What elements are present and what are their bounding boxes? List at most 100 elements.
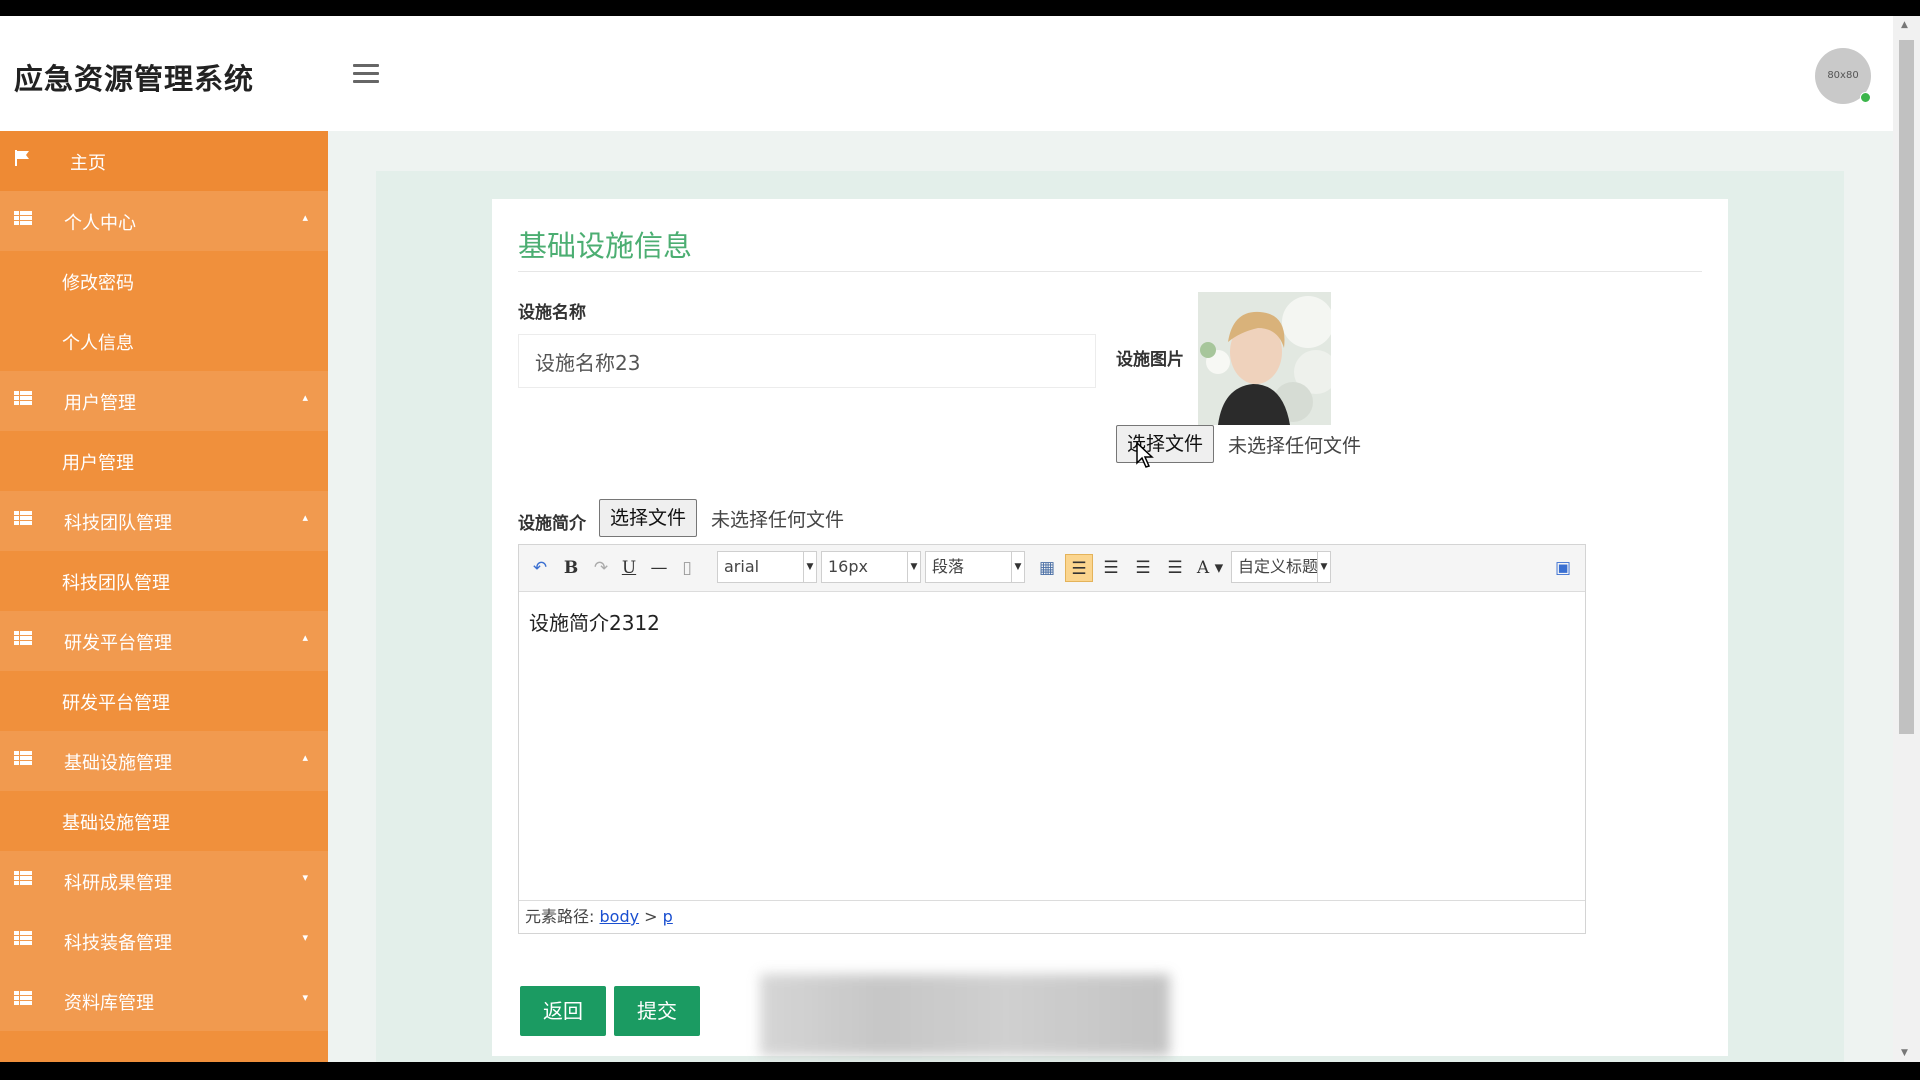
- page-icon[interactable]: ▯: [675, 554, 699, 582]
- top-header: 应急资源管理系统 80x80: [0, 16, 1893, 131]
- sidebar-group[interactable]: 研发平台管理 ▴: [0, 611, 328, 671]
- custom-heading-value: 自定义标题: [1238, 557, 1319, 576]
- sidebar-subitem[interactable]: 研发平台管理: [0, 671, 328, 731]
- back-button[interactable]: 返回: [520, 986, 606, 1036]
- app-title: 应急资源管理系统: [14, 62, 255, 96]
- flag-icon: [14, 149, 32, 166]
- path-link-body[interactable]: body: [600, 907, 640, 926]
- chevron-down-icon: ▼: [1317, 552, 1330, 582]
- chevron-down-icon: ▾: [302, 871, 308, 884]
- align-right-icon[interactable]: ☰: [1099, 554, 1123, 582]
- align-left-icon[interactable]: ☰: [1065, 554, 1093, 582]
- grid-icon: [14, 991, 32, 1006]
- menu-toggle-icon[interactable]: [353, 64, 379, 84]
- path-link-p[interactable]: p: [663, 907, 673, 926]
- chevron-down-icon: ▾: [302, 931, 308, 944]
- sidebar-subitem[interactable]: 科技团队管理: [0, 551, 328, 611]
- undo-icon[interactable]: ↶: [527, 554, 553, 582]
- sidebar-subitem[interactable]: 个人信息: [0, 311, 328, 371]
- sidebar-subitem[interactable]: 修改密码: [0, 251, 328, 311]
- sidebar-group[interactable]: 个人中心 ▴: [0, 191, 328, 251]
- align-justify-icon[interactable]: ☰: [1163, 554, 1187, 582]
- font-family-value: arial: [724, 557, 760, 576]
- sidebar-group[interactable]: 资料库管理 ▾: [0, 971, 328, 1031]
- intro-file-button[interactable]: 选择文件: [599, 499, 698, 537]
- chevron-up-icon: ▴: [302, 751, 308, 764]
- blurred-overlay: [760, 974, 1170, 1056]
- form-card: 基础设施信息 设施名称 设施图片 选择文件 未选择任何文件 设施简介 选择文件: [492, 199, 1728, 1056]
- grid-icon: [14, 391, 32, 406]
- font-size-value: 16px: [828, 557, 868, 576]
- facility-name-label: 设施名称: [518, 303, 586, 323]
- font-size-select[interactable]: 16px ▼: [821, 551, 921, 583]
- chevron-up-icon: ▴: [302, 631, 308, 644]
- chevron-down-icon: ▾: [302, 991, 308, 1004]
- element-path-bar: 元素路径: body > p: [519, 900, 1585, 933]
- app-screen: 应急资源管理系统 80x80 主页个人中心 ▴ 修改密码个人信息用户管理 ▴ 用户管理科…: [0, 16, 1920, 1062]
- mouse-cursor-icon: [1136, 442, 1154, 468]
- sidebar-item-label: 基础设施管理: [62, 813, 170, 834]
- scroll-up-icon[interactable]: ▲: [1901, 20, 1908, 30]
- grid-icon: [14, 211, 32, 226]
- rich-text-editor[interactable]: ↶ B ↷ U — ▯ arial ▼ 16px ▼ 段落 ▼ ▦ ☰ ☰ ☰ …: [518, 544, 1586, 934]
- facility-name-input[interactable]: [518, 334, 1096, 388]
- sidebar-group[interactable]: 科技装备管理 ▾: [0, 911, 328, 971]
- horizontal-rule-icon[interactable]: —: [647, 554, 671, 582]
- sidebar-item-label: 研发平台管理: [62, 693, 170, 714]
- sidebar-item-label: 用户管理: [62, 453, 134, 474]
- font-color-icon[interactable]: A ▾: [1193, 554, 1227, 582]
- editor-toolbar: ↶ B ↷ U — ▯ arial ▼ 16px ▼ 段落 ▼ ▦ ☰ ☰ ☰ …: [519, 545, 1585, 592]
- facility-intro-label: 设施简介: [518, 514, 586, 534]
- editor-content[interactable]: 设施简介2312: [529, 607, 660, 636]
- underline-icon[interactable]: U: [617, 554, 641, 582]
- online-status-dot: [1860, 92, 1871, 103]
- chevron-up-icon: ▴: [302, 511, 308, 524]
- sidebar-item-label: 科研成果管理: [64, 873, 172, 894]
- sidebar-item-label: 用户管理: [64, 393, 136, 414]
- grid-icon: [14, 751, 32, 766]
- image-file-status: 未选择任何文件: [1228, 435, 1362, 457]
- bold-icon[interactable]: B: [559, 554, 583, 582]
- sidebar-group[interactable]: 科研成果管理 ▾: [0, 851, 328, 911]
- sidebar-item-label: 科技团队管理: [64, 513, 172, 534]
- element-path-label: 元素路径:: [525, 907, 595, 926]
- sidebar-item-label: 资料库管理: [64, 993, 154, 1014]
- sidebar-item-label: 基础设施管理: [64, 753, 172, 774]
- chevron-up-icon: ▴: [302, 391, 308, 404]
- scrollbar[interactable]: ▲ ▼: [1893, 16, 1920, 1062]
- sidebar-item-label: 科技团队管理: [62, 573, 170, 594]
- chevron-down-icon: ▼: [907, 552, 920, 582]
- intro-file-status: 未选择任何文件: [711, 509, 845, 531]
- scroll-thumb[interactable]: [1899, 40, 1914, 734]
- paragraph-select[interactable]: 段落 ▼: [925, 551, 1025, 583]
- preview-icon[interactable]: ▣: [1551, 554, 1575, 582]
- image-file-button[interactable]: 选择文件: [1116, 425, 1215, 463]
- chevron-down-icon: ▼: [803, 552, 816, 582]
- grid-icon: [14, 931, 32, 946]
- chevron-up-icon: ▴: [302, 211, 308, 224]
- font-family-select[interactable]: arial ▼: [717, 551, 817, 583]
- page-title: 基础设施信息: [518, 229, 693, 263]
- submit-button[interactable]: 提交: [614, 986, 700, 1036]
- redo-icon[interactable]: ↷: [589, 554, 613, 582]
- grid-icon: [14, 511, 32, 526]
- facility-image-preview: [1198, 292, 1331, 425]
- paragraph-value: 段落: [932, 557, 965, 576]
- sidebar-group[interactable]: 科技团队管理 ▴: [0, 491, 328, 551]
- sidebar-item-label: 个人信息: [62, 333, 134, 354]
- sidebar-item-label: 修改密码: [62, 273, 134, 294]
- custom-heading-select[interactable]: 自定义标题 ▼: [1231, 551, 1331, 583]
- table-icon[interactable]: ▦: [1035, 554, 1059, 582]
- sidebar-item-label: 个人中心: [64, 213, 136, 234]
- sidebar-group[interactable]: 基础设施管理 ▴: [0, 731, 328, 791]
- align-center-icon[interactable]: ☰: [1131, 554, 1155, 582]
- grid-icon: [14, 631, 32, 646]
- sidebar-subitem[interactable]: 用户管理: [0, 431, 328, 491]
- sidebar-item-label: 研发平台管理: [64, 633, 172, 654]
- sidebar-subitem[interactable]: 基础设施管理: [0, 791, 328, 851]
- sidebar-group[interactable]: 用户管理 ▴: [0, 371, 328, 431]
- sidebar-item-label: 科技装备管理: [64, 933, 172, 954]
- grid-icon: [14, 871, 32, 886]
- sidebar-item-home[interactable]: 主页: [0, 131, 328, 191]
- scroll-down-icon[interactable]: ▼: [1901, 1048, 1908, 1058]
